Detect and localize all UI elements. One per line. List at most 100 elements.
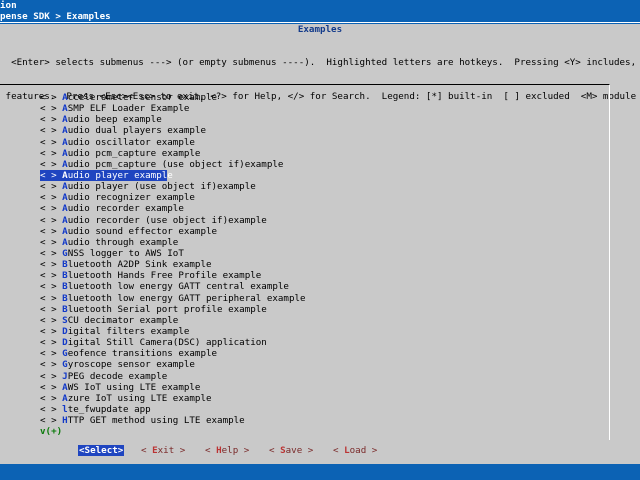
menu-item[interactable]: < > Digital Still Camera(DSC) applicatio… — [40, 337, 306, 348]
menu-item[interactable]: < > Audio beep example — [40, 114, 306, 125]
menu-item[interactable]: < > Bluetooth Serial port profile exampl… — [40, 304, 306, 315]
menu-item[interactable]: < > Bluetooth Hands Free Profile example — [40, 270, 306, 281]
menu-item-checkbox[interactable]: < > — [40, 348, 62, 359]
exit-button[interactable]: < Exit > — [141, 445, 185, 456]
menu-item-label: udio pcm_capture (use object if)example — [67, 158, 284, 170]
help-line-1: <Enter> selects submenus ---> (or empty … — [0, 57, 637, 69]
more-items-indicator: v(+) — [40, 426, 63, 438]
select-button[interactable]: <Select> — [78, 445, 125, 457]
menu-item-label: udio recorder example — [67, 203, 184, 215]
menu-item-checkbox[interactable]: < > — [40, 293, 62, 304]
menu-item-checkbox[interactable]: < > — [40, 125, 62, 136]
menu-item-label: udio recorder (use object if)example — [67, 214, 267, 226]
menu-item[interactable]: < > Azure IoT using LTE example — [40, 393, 306, 404]
menu-item-label: udio player (use object if)example — [67, 181, 256, 193]
menu-item[interactable]: < > Geofence transitions example — [40, 348, 306, 359]
menu-item[interactable]: < > Audio recorder (use object if)exampl… — [40, 215, 306, 226]
menu-item-checkbox[interactable]: < > — [40, 215, 62, 226]
dialog-title: Examples — [297, 24, 343, 35]
menu-item-label: udio pcm_capture example — [67, 147, 201, 159]
menu-item-label: igital Still Camera(DSC) application — [67, 337, 267, 349]
menu-item-checkbox[interactable]: < > — [40, 337, 62, 348]
menu-item-checkbox[interactable]: < > — [40, 248, 62, 259]
menu-item[interactable]: < > Audio player (use object if)example — [40, 181, 306, 192]
menu-item-label: PEG decode example — [67, 370, 168, 382]
menu-item-checkbox[interactable]: < > — [40, 170, 62, 181]
menu-item[interactable]: < > Audio sound effector example — [40, 226, 306, 237]
menu-item-label: luetooth low energy GATT peripheral exam… — [67, 292, 306, 304]
menu-item-checkbox[interactable]: < > — [40, 359, 62, 370]
menu-item[interactable]: < > Bluetooth A2DP Sink example — [40, 259, 306, 270]
menu-item[interactable]: < > Bluetooth low energy GATT central ex… — [40, 281, 306, 292]
menu-item-checkbox[interactable]: < > — [40, 159, 62, 170]
menu-item[interactable]: < > AWS IoT using LTE example — [40, 382, 306, 393]
menu-item[interactable]: < > Audio recorder example — [40, 203, 306, 214]
menu-item[interactable]: < > SCU decimator example — [40, 315, 306, 326]
menu-item-label: CU decimator example — [67, 314, 179, 326]
menu-item-checkbox[interactable]: < > — [40, 192, 62, 203]
menu-item-label: udio beep example — [67, 114, 162, 126]
menu-item-label: udio recognizer example — [67, 192, 195, 204]
button-bar: <Select> < Exit > < Help > < Save > < Load > — [0, 445, 640, 459]
menu-item-checkbox[interactable]: < > — [40, 281, 62, 292]
menu-item-checkbox[interactable]: < > — [40, 137, 62, 148]
menu-item[interactable]: < > Audio pcm_capture (use object if)exa… — [40, 159, 306, 170]
examples-dialog: Examples <Enter> selects submenus ---> (… — [0, 24, 640, 464]
menu-item-label: luetooth Hands Free Profile example — [67, 270, 262, 282]
help-button[interactable]: < Help > — [205, 445, 249, 456]
menu-item[interactable]: < > Audio player example — [40, 169, 173, 182]
menu-item-label: WS IoT using LTE example — [67, 381, 201, 393]
menu-item-label: ccelerometer sensor example — [67, 92, 218, 103]
menu-list: < > Accelerometer sensor example < > ASMP… — [40, 92, 306, 437]
menu-item-label: udio through example — [67, 236, 179, 248]
menu-item[interactable]: < > Audio through example — [40, 237, 306, 248]
menu-item[interactable]: < > GNSS logger to AWS IoT — [40, 248, 306, 259]
menu-item[interactable]: < > Digital filters example — [40, 326, 306, 337]
menu-item-label: luetooth Serial port profile example — [67, 303, 267, 315]
menu-item-label: te_fwupdate app — [67, 403, 151, 415]
menu-item-label: yroscope sensor example — [67, 359, 195, 371]
menu-item-label: udio player example — [67, 169, 173, 181]
menu-item-checkbox[interactable]: < > — [40, 92, 62, 103]
load-button[interactable]: < Load > — [333, 445, 377, 456]
menu-item-label: luetooth A2DP Sink example — [67, 259, 212, 271]
menu-item-checkbox[interactable]: < > — [40, 237, 62, 248]
menu-item-checkbox[interactable]: < > — [40, 203, 62, 214]
menu-item-label: NSS logger to AWS IoT — [67, 247, 184, 259]
menu-item-checkbox[interactable]: < > — [40, 315, 62, 326]
menu-item-label: TTP GET method using LTE example — [67, 415, 245, 427]
menu-item-checkbox[interactable]: < > — [40, 382, 62, 393]
window-title: ion — [0, 0, 17, 11]
menu-item-checkbox[interactable]: < > — [40, 114, 62, 125]
menu-item[interactable]: < > Accelerometer sensor example — [40, 92, 306, 103]
menu-item-checkbox[interactable]: < > — [40, 371, 62, 382]
menu-item[interactable]: < > lte_fwupdate app — [40, 404, 306, 415]
menu-item-checkbox[interactable]: < > — [40, 148, 62, 159]
menu-item-checkbox[interactable]: < > — [40, 270, 62, 281]
menu-item[interactable]: < > HTTP GET method using LTE example — [40, 415, 306, 426]
menu-item-checkbox[interactable]: < > — [40, 259, 62, 270]
menu-item-checkbox[interactable]: < > — [40, 181, 62, 192]
menu-item-checkbox[interactable]: < > — [40, 393, 62, 404]
menu-item-checkbox[interactable]: < > — [40, 103, 62, 114]
menu-item-checkbox[interactable]: < > — [40, 304, 62, 315]
menu-item[interactable]: < > Audio oscillator example — [40, 137, 306, 148]
menu-item[interactable]: < > Audio pcm_capture example — [40, 148, 306, 159]
menu-item-label: igital filters example — [67, 325, 190, 337]
menu-item-label: udio sound effector example — [67, 225, 218, 237]
menu-item-label: udio oscillator example — [67, 136, 195, 148]
menu-item-checkbox[interactable]: < > — [40, 415, 62, 426]
menu-item-label: luetooth low energy GATT central example — [67, 281, 289, 293]
menu-item[interactable]: < > Gyroscope sensor example — [40, 359, 306, 370]
menu-item[interactable]: < > Audio recognizer example — [40, 192, 306, 203]
menu-item-checkbox[interactable]: < > — [40, 326, 62, 337]
menu-item-checkbox[interactable]: < > — [40, 404, 62, 415]
menu-item[interactable]: < > Bluetooth low energy GATT peripheral… — [40, 293, 306, 304]
menu-item[interactable]: < > Audio dual players example — [40, 125, 306, 136]
breadcrumb: pense SDK > Examples — [0, 11, 111, 22]
menu-item-label: SMP ELF Loader Example — [67, 103, 190, 115]
save-button[interactable]: < Save > — [269, 445, 313, 456]
menu-item-checkbox[interactable]: < > — [40, 226, 62, 237]
menu-item[interactable]: < > ASMP ELF Loader Example — [40, 103, 306, 114]
menu-item[interactable]: < > JPEG decode example — [40, 371, 306, 382]
